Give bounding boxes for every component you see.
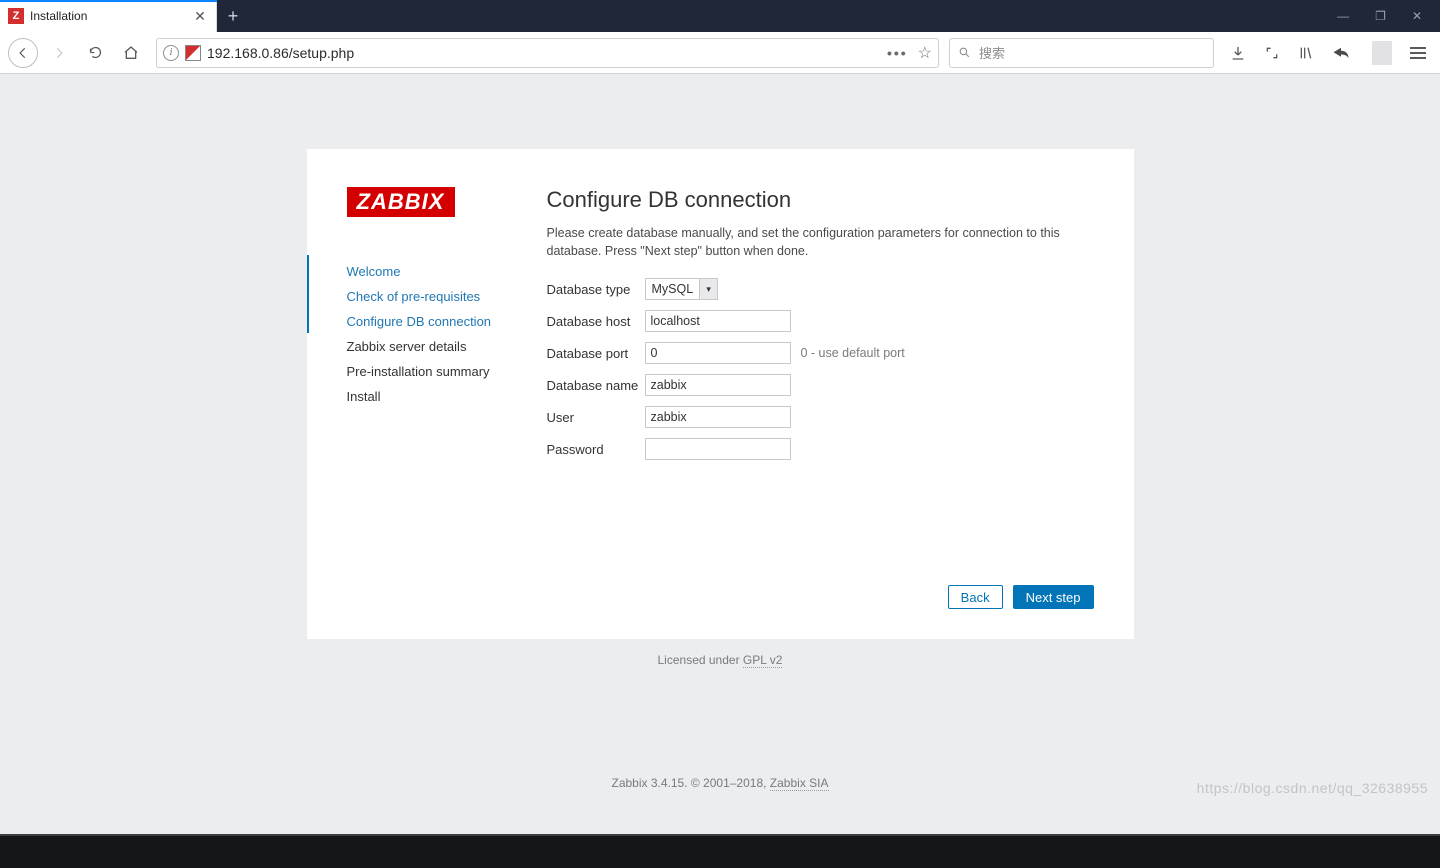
row-db-host: Database host: [547, 310, 1094, 332]
input-db-user[interactable]: [645, 406, 791, 428]
version-prefix: Zabbix 3.4.15. © 2001–2018,: [612, 776, 770, 790]
next-step-button[interactable]: Next step: [1013, 585, 1094, 609]
maximize-icon[interactable]: ❐: [1375, 9, 1386, 23]
label-db-host: Database host: [547, 314, 645, 329]
step-db-connection[interactable]: Configure DB connection: [347, 309, 547, 334]
step-summary: Pre-installation summary: [347, 359, 547, 384]
step-install: Install: [347, 384, 547, 409]
select-db-type-value: MySQL: [646, 279, 700, 299]
page-title: Configure DB connection: [547, 187, 1094, 213]
setup-main: Configure DB connection Please create da…: [547, 187, 1094, 609]
search-icon: [958, 46, 971, 59]
menu-icon[interactable]: [1408, 47, 1428, 59]
search-box[interactable]: 搜索: [949, 38, 1214, 68]
row-db-user: User: [547, 406, 1094, 428]
label-db-password: Password: [547, 442, 645, 457]
setup-sidebar: ZABBIX Welcome Check of pre-requisites C…: [347, 187, 547, 609]
label-db-user: User: [547, 410, 645, 425]
label-db-name: Database name: [547, 378, 645, 393]
undo-icon[interactable]: [1332, 46, 1352, 60]
site-info-icon[interactable]: i: [163, 45, 179, 61]
input-db-name[interactable]: [645, 374, 791, 396]
tab-title: Installation: [30, 9, 87, 23]
license-link[interactable]: GPL v2: [743, 653, 783, 668]
site-favicon-icon: [185, 45, 201, 61]
page-actions-icon[interactable]: •••: [887, 45, 908, 61]
window-controls: — ❐ ✕: [1337, 0, 1440, 32]
input-db-password[interactable]: [645, 438, 791, 460]
step-prerequisites[interactable]: Check of pre-requisites: [347, 284, 547, 309]
page-viewport: ZABBIX Welcome Check of pre-requisites C…: [0, 74, 1440, 834]
row-db-name: Database name: [547, 374, 1094, 396]
reload-button[interactable]: [80, 38, 110, 68]
input-db-port[interactable]: [645, 342, 791, 364]
wizard-buttons: Back Next step: [547, 545, 1094, 609]
close-tab-icon[interactable]: ✕: [192, 8, 208, 25]
downloads-icon[interactable]: [1230, 45, 1250, 61]
minimize-icon[interactable]: —: [1337, 9, 1349, 23]
library-icon[interactable]: [1298, 45, 1318, 61]
license-line: Licensed under GPL v2: [0, 653, 1440, 667]
browser-toolbar: i 192.168.0.86/setup.php ••• ☆ 搜索: [0, 32, 1440, 74]
toolbar-actions: [1220, 41, 1432, 65]
select-db-type[interactable]: MySQL ▾: [645, 278, 719, 300]
search-placeholder: 搜索: [979, 43, 1005, 62]
license-prefix: Licensed under: [658, 653, 743, 667]
taskbar: [0, 836, 1440, 868]
step-server-details: Zabbix server details: [347, 334, 547, 359]
row-db-password: Password: [547, 438, 1094, 460]
step-welcome[interactable]: Welcome: [347, 259, 547, 284]
browser-titlebar: Z Installation ✕ + — ❐ ✕: [0, 0, 1440, 32]
input-db-host[interactable]: [645, 310, 791, 332]
url-text: 192.168.0.86/setup.php: [207, 45, 881, 61]
bookmark-star-icon[interactable]: ☆: [918, 43, 932, 63]
close-window-icon[interactable]: ✕: [1412, 9, 1422, 23]
row-db-type: Database type MySQL ▾: [547, 278, 1094, 300]
new-tab-button[interactable]: +: [217, 0, 249, 32]
browser-tab[interactable]: Z Installation ✕: [0, 0, 217, 32]
label-db-type: Database type: [547, 282, 645, 297]
address-bar[interactable]: i 192.168.0.86/setup.php ••• ☆: [156, 38, 939, 68]
forward-button[interactable]: [44, 38, 74, 68]
setup-steps: Welcome Check of pre-requisites Configur…: [305, 259, 547, 409]
page-description: Please create database manually, and set…: [547, 225, 1067, 260]
setup-card: ZABBIX Welcome Check of pre-requisites C…: [307, 149, 1134, 639]
screenshot-icon[interactable]: [1264, 45, 1284, 61]
chevron-down-icon[interactable]: ▾: [699, 279, 717, 299]
tab-favicon: Z: [8, 8, 24, 24]
watermark-text: https://blog.csdn.net/qq_32638955: [1197, 780, 1428, 796]
version-link[interactable]: Zabbix SIA: [770, 776, 829, 791]
zabbix-logo: ZABBIX: [347, 187, 455, 217]
hint-db-port: 0 - use default port: [801, 346, 905, 360]
tab-loading-strip: [0, 0, 217, 2]
back-button[interactable]: Back: [948, 585, 1003, 609]
back-button[interactable]: [8, 38, 38, 68]
label-db-port: Database port: [547, 346, 645, 361]
home-button[interactable]: [116, 38, 146, 68]
toolbar-separator: [1372, 41, 1392, 65]
row-db-port: Database port 0 - use default port: [547, 342, 1094, 364]
